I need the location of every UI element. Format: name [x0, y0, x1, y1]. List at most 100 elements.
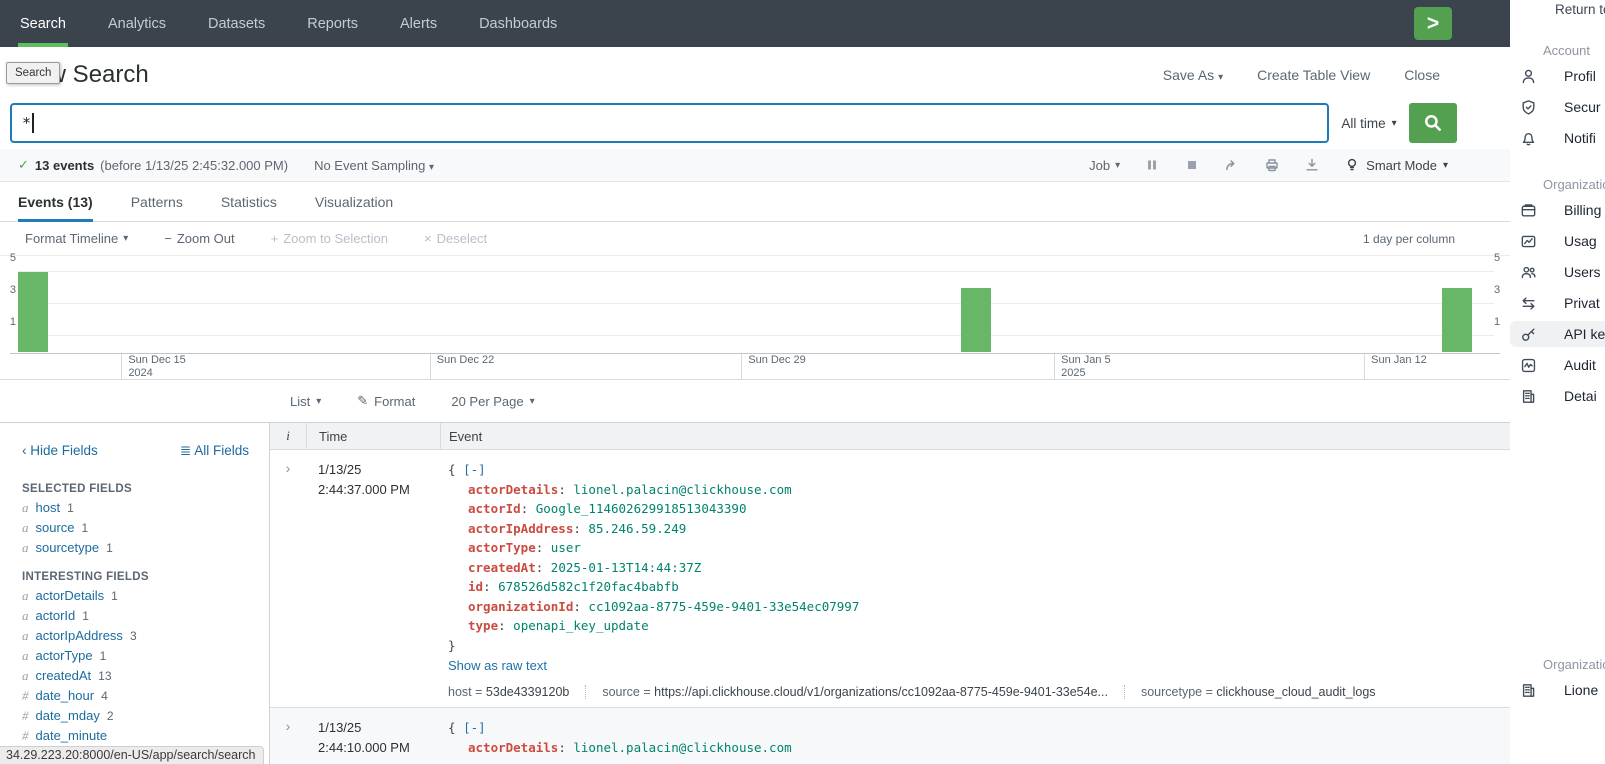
chevron-down-icon: ▾	[1115, 160, 1120, 171]
event-field-values: host = 53de4339120b source = https://api…	[448, 685, 1510, 699]
timeline-bar[interactable]	[18, 272, 48, 352]
save-as-button[interactable]: Save As ▾	[1163, 67, 1223, 83]
nav-item-dashboards[interactable]: Dashboards	[477, 0, 559, 47]
splunk-logo-icon[interactable]: >	[1414, 7, 1452, 40]
pause-button[interactable]	[1144, 157, 1160, 173]
tab-events[interactable]: Events (13)	[18, 182, 93, 221]
export-download-button[interactable]	[1304, 157, 1320, 173]
meta-source[interactable]: source = https://api.clickhouse.cloud/v1…	[585, 685, 1108, 699]
field-date_hour[interactable]: #date_hour4	[22, 689, 249, 703]
search-mode-dropdown[interactable]: Smart Mode▾	[1344, 157, 1448, 173]
field-createdAt[interactable]: acreatedAt13	[22, 669, 249, 683]
field-source[interactable]: asource1	[22, 521, 249, 535]
json-key[interactable]: actorIpAddress	[468, 521, 573, 536]
menu-item-audit[interactable]: Audit	[1510, 352, 1605, 378]
close-button[interactable]: Close	[1404, 67, 1440, 83]
col-header-time[interactable]: Time	[306, 423, 440, 449]
json-key[interactable]: createdAt	[468, 560, 536, 575]
json-key[interactable]: actorDetails	[468, 482, 558, 497]
tab-patterns[interactable]: Patterns	[131, 182, 183, 221]
search-button[interactable]	[1409, 103, 1457, 143]
json-key[interactable]: actorId	[468, 501, 521, 516]
menu-item-usage[interactable]: Usag	[1510, 228, 1605, 254]
json-key[interactable]: organizationId	[468, 599, 573, 614]
json-value[interactable]: lionel.palacin@clickhouse.com	[573, 482, 791, 497]
job-status-bar: ✓ 13 events (before 1/13/25 2:45:32.000 …	[0, 149, 1510, 182]
json-value[interactable]: openapi_key_update	[513, 618, 648, 633]
menu-item-details[interactable]: Detai	[1510, 383, 1605, 409]
nav-item-search[interactable]: Search	[18, 0, 68, 47]
zoom-to-selection-button[interactable]: +Zoom to Selection	[271, 231, 388, 246]
meta-sourcetype[interactable]: sourcetype = clickhouse_cloud_audit_logs	[1124, 685, 1376, 699]
json-key[interactable]: actorType	[468, 540, 536, 555]
json-key[interactable]: id	[468, 579, 483, 594]
menu-item-billing[interactable]: Billing	[1510, 197, 1605, 223]
format-timeline-dropdown[interactable]: Format Timeline▾	[25, 231, 128, 246]
page-header: New Search Save As ▾ Create Table View C…	[0, 47, 1510, 103]
menu-item-security[interactable]: Secur	[1510, 94, 1605, 120]
show-raw-text-link[interactable]: Show as raw text	[448, 658, 1510, 673]
nav-item-datasets[interactable]: Datasets	[206, 0, 267, 47]
stop-button[interactable]	[1184, 157, 1200, 173]
list-view-dropdown[interactable]: List▾	[290, 394, 321, 409]
field-date_minute[interactable]: #date_minute	[22, 729, 249, 743]
bell-icon	[1518, 130, 1538, 147]
json-collapse-button[interactable]: [-]	[463, 462, 486, 477]
users-icon	[1518, 264, 1538, 281]
tab-visualization[interactable]: Visualization	[315, 182, 393, 221]
per-page-dropdown[interactable]: 20 Per Page▾	[451, 394, 534, 409]
field-date_mday[interactable]: #date_mday2	[22, 709, 249, 723]
gridline-3	[18, 303, 1494, 304]
json-value[interactable]: user	[551, 540, 581, 555]
field-actorType[interactable]: aactorType1	[22, 649, 249, 663]
hide-fields-button[interactable]: ‹ Hide Fields	[22, 443, 98, 459]
timeline-bar[interactable]	[1442, 288, 1472, 352]
json-collapse-button[interactable]: [-]	[463, 720, 486, 735]
json-value[interactable]: lionel.palacin@clickhouse.com	[573, 740, 791, 755]
json-key[interactable]: type	[468, 618, 498, 633]
json-key[interactable]: actorDetails	[468, 740, 558, 755]
print-button[interactable]	[1264, 157, 1280, 173]
field-actorDetails[interactable]: aactorDetails1	[22, 589, 249, 603]
field-actorIpAddress[interactable]: aactorIpAddress3	[22, 629, 249, 643]
return-to-link[interactable]: Return to	[1555, 2, 1605, 17]
screen: Search Analytics Datasets Reports Alerts…	[0, 0, 1605, 764]
json-value[interactable]: 678526d582c1f20fac4babfb	[498, 579, 679, 594]
menu-item-private-endpoints[interactable]: Privat	[1510, 290, 1605, 316]
plus-icon: +	[271, 231, 279, 246]
nav-item-alerts[interactable]: Alerts	[398, 0, 439, 47]
event-body: { [-] actorDetails: lionel.palacin@click…	[440, 718, 1510, 764]
all-fields-button[interactable]: ≣ All Fields	[180, 443, 249, 459]
json-value[interactable]: Google_114602629918513043390	[536, 501, 747, 516]
json-value[interactable]: 85.246.59.249	[588, 521, 686, 536]
events-timeline-chart[interactable]: 1 3 5 1 3 5 Sun Dec 152024 Sun Dec 22 Su…	[0, 256, 1510, 380]
json-value[interactable]: 2025-01-13T14:44:37Z	[551, 560, 702, 575]
tab-statistics[interactable]: Statistics	[221, 182, 277, 221]
format-button[interactable]: ✎Format	[357, 393, 415, 409]
deselect-button[interactable]: ×Deselect	[424, 231, 487, 246]
y-tick-right-3: 3	[1494, 284, 1508, 296]
expand-row-button[interactable]: ›	[270, 718, 306, 764]
json-value[interactable]: cc1092aa-8775-459e-9401-33e54ec07997	[588, 599, 859, 614]
expand-row-button[interactable]: ›	[270, 460, 306, 699]
create-table-view-button[interactable]: Create Table View	[1257, 67, 1370, 83]
job-dropdown[interactable]: Job▾	[1089, 158, 1120, 173]
time-range-picker[interactable]: All time▾	[1329, 103, 1409, 143]
nav-item-reports[interactable]: Reports	[305, 0, 360, 47]
meta-host[interactable]: host = 53de4339120b	[448, 685, 569, 699]
field-host[interactable]: ahost1	[22, 501, 249, 515]
field-actorId[interactable]: aactorId1	[22, 609, 249, 623]
event-sampling-dropdown[interactable]: No Event Sampling ▾	[314, 158, 434, 173]
nav-item-analytics[interactable]: Analytics	[106, 0, 168, 47]
menu-item-current-org[interactable]: Lione	[1510, 677, 1605, 703]
search-input[interactable]: *	[10, 103, 1329, 143]
menu-item-users[interactable]: Users	[1510, 259, 1605, 285]
zoom-out-button[interactable]: −Zoom Out	[164, 231, 234, 246]
field-sourcetype[interactable]: asourcetype1	[22, 541, 249, 555]
menu-item-profile[interactable]: Profil	[1510, 63, 1605, 89]
menu-item-notifications[interactable]: Notifi	[1510, 125, 1605, 151]
share-button[interactable]	[1224, 157, 1240, 173]
activity-icon	[1518, 357, 1538, 374]
menu-item-api-keys[interactable]: API ke	[1510, 321, 1605, 347]
timeline-bar[interactable]	[961, 288, 991, 352]
